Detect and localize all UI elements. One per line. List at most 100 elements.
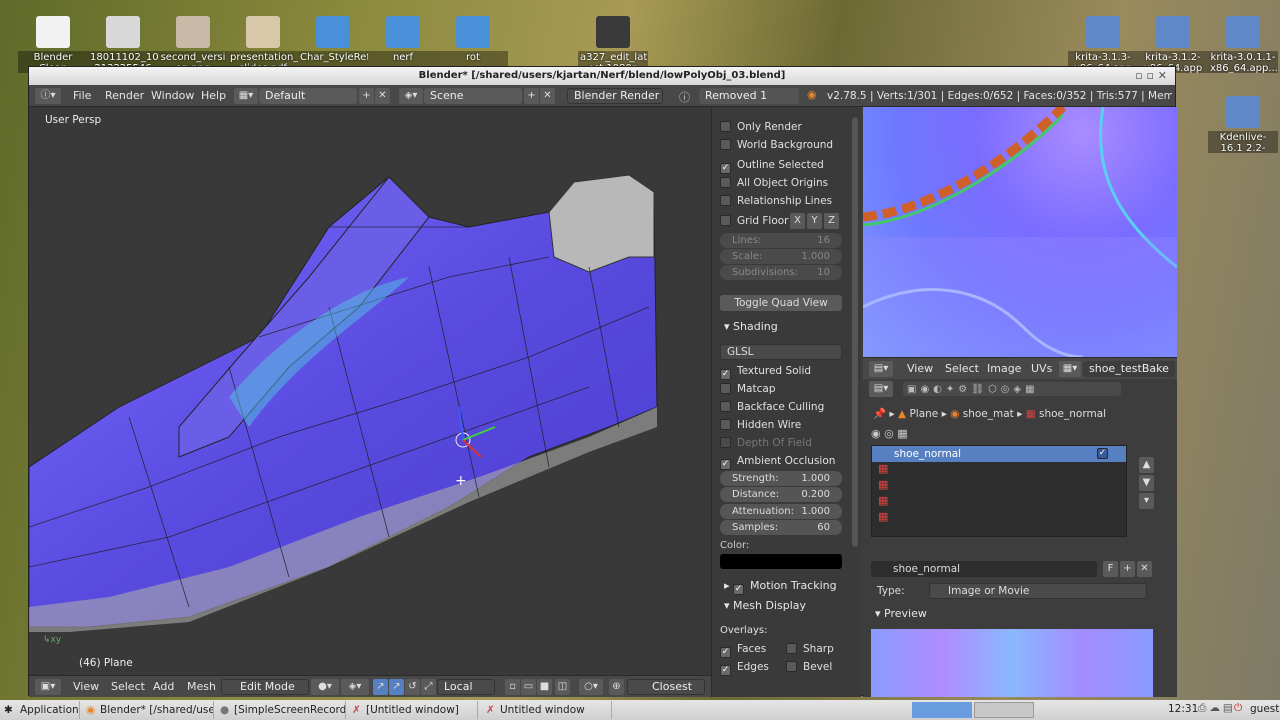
menu-file[interactable]: File <box>73 88 91 104</box>
texture-slot-list[interactable]: shoe_normal ✓ ▦ ▦ ▦ ▦ <box>871 445 1127 537</box>
add-layout-icon[interactable]: + <box>359 88 374 104</box>
texture-slot-empty[interactable]: ▦ <box>872 462 1126 478</box>
properties-scrollbar[interactable] <box>852 117 858 547</box>
axis-x-button[interactable]: X <box>790 213 805 229</box>
textured-solid-checkbox[interactable]: ✓ Textured Solid <box>720 363 811 380</box>
desktop-icon[interactable]: nerf <box>368 16 438 73</box>
texture-slot-empty[interactable]: ▦ <box>872 478 1126 494</box>
task-untitled-1[interactable]: ✗ [Untitled window] <box>348 701 478 719</box>
texture-slot-empty[interactable]: ▦ <box>872 510 1126 526</box>
scale-icon[interactable]: ⤢ <box>421 679 436 695</box>
outline-selected-checkbox[interactable]: ✓ Outline Selected <box>720 157 824 174</box>
grid-scale-field[interactable]: Scale: 1.000 <box>720 249 842 264</box>
uv-image-editor[interactable] <box>863 107 1177 357</box>
desktop-icon[interactable]: krita-3.0.1.1- x86_64.app... <box>1208 16 1278 73</box>
proportional-edit-icon[interactable]: ○▾ <box>579 679 603 695</box>
faces-checkbox[interactable]: ✓ Faces <box>720 641 766 658</box>
move-up-icon[interactable]: ▲ <box>1139 457 1154 473</box>
texture-name-field[interactable]: shoe_normal <box>871 561 1097 577</box>
desktop-icon[interactable]: 18011102_10 213225546 <box>88 16 158 73</box>
preview-section-header[interactable]: ▾ Preview <box>863 605 1013 623</box>
manipulator-icon[interactable]: ↗ <box>373 679 388 695</box>
only-render-checkbox[interactable]: Only Render <box>720 119 802 135</box>
menu-view[interactable]: View <box>73 679 99 695</box>
orientation-select[interactable]: Local <box>437 679 495 695</box>
grid-lines-field[interactable]: Lines: 16 <box>720 233 842 248</box>
ao-attenuation-field[interactable]: Attenuation: 1.000 <box>720 504 842 519</box>
uv-menu-image[interactable]: Image <box>987 361 1021 377</box>
texture-slot-empty[interactable]: ▦ <box>872 494 1126 510</box>
mode-select[interactable]: Edit Mode <box>221 679 309 695</box>
uv-menu-select[interactable]: Select <box>945 361 979 377</box>
vertex-select-icon[interactable]: ▫ <box>505 679 520 695</box>
texture-slot-selected[interactable]: shoe_normal ✓ <box>872 446 1126 462</box>
desktop-icon[interactable]: Blender Clean <box>18 16 88 73</box>
mesh-display-section-header[interactable]: ▾ Mesh Display <box>712 597 862 615</box>
editor-type-3d-icon[interactable]: ▣▾ <box>35 679 61 695</box>
editor-type-info-icon[interactable]: ⓘ▾ <box>35 88 61 104</box>
relationship-lines-checkbox[interactable]: Relationship Lines <box>720 193 832 209</box>
workspace-switcher[interactable] <box>912 702 972 718</box>
shading-section-header[interactable]: ▾ Shading <box>712 318 862 336</box>
uv-menu-uvs[interactable]: UVs <box>1031 361 1052 377</box>
remove-scene-icon[interactable]: ✕ <box>540 88 555 104</box>
backface-culling-checkbox[interactable]: Backface Culling <box>720 399 824 415</box>
task-untitled-2[interactable]: ✗ Untitled window <box>482 701 612 719</box>
slot-menu-icon[interactable]: ▾ <box>1139 493 1154 509</box>
menu-mesh[interactable]: Mesh <box>187 679 216 695</box>
applications-menu[interactable]: ✱ Applications <box>0 701 80 719</box>
axis-y-button[interactable]: Y <box>807 213 822 229</box>
scene-icon[interactable]: ◈▾ <box>399 88 423 104</box>
uv-menu-view[interactable]: View <box>907 361 933 377</box>
desktop-icon[interactable]: krita-3.1.2- x86_64.app <box>1138 16 1208 73</box>
screen-layout-field[interactable]: Default <box>259 88 357 104</box>
task-screenrecorder[interactable]: ●[SimpleScreenRecorder] <box>216 701 346 719</box>
add-scene-icon[interactable]: + <box>524 88 539 104</box>
motion-tracking-section-header[interactable]: ▸ ✓ Motion Tracking <box>712 577 862 595</box>
ambient-occlusion-checkbox[interactable]: ✓ Ambient Occlusion <box>720 453 835 470</box>
edge-select-icon[interactable]: ▭ <box>521 679 536 695</box>
ao-samples-field[interactable]: Samples: 60 <box>720 520 842 535</box>
remove-layout-icon[interactable]: ✕ <box>375 88 390 104</box>
ao-color-swatch[interactable] <box>720 554 842 569</box>
texture-type-select[interactable]: Image or Movie <box>929 583 1147 599</box>
face-select-icon[interactable]: ■ <box>537 679 552 695</box>
unlink-texture-icon[interactable]: ✕ <box>1137 561 1152 577</box>
window-controls-icon[interactable]: ▫ ▫ ✕ <box>1135 67 1167 85</box>
world-background-checkbox[interactable]: World Background <box>720 137 833 153</box>
new-texture-icon[interactable]: + <box>1120 561 1135 577</box>
matcap-checkbox[interactable]: Matcap <box>720 381 775 397</box>
menu-render[interactable]: Render <box>105 88 144 104</box>
3d-viewport[interactable]: User Persp + ↳xy (46) Plane <box>29 107 711 675</box>
properties-context-tabs[interactable]: ▣◉◐✦⚙⛓⬡◎◈▦ <box>903 382 1121 396</box>
all-object-origins-checkbox[interactable]: All Object Origins <box>720 175 828 191</box>
editor-type-image-icon[interactable]: ▤▾ <box>869 361 893 377</box>
pin-icon[interactable]: 📌 ▸ <box>873 408 898 420</box>
menu-help[interactable]: Help <box>201 88 226 104</box>
translate-icon[interactable]: ↗ <box>389 679 404 695</box>
texture-type-tabs[interactable]: ◉ ◎ ▦ <box>871 427 908 440</box>
occlude-icon[interactable]: ◫ <box>555 679 570 695</box>
shoe-mesh-render[interactable]: + <box>29 107 711 675</box>
image-browse-icon[interactable]: ▦▾ <box>1059 361 1081 377</box>
screen-layout-icon[interactable]: ▦▾ <box>234 88 258 104</box>
rotate-icon[interactable]: ↺ <box>405 679 420 695</box>
desktop-icon[interactable]: krita-3.1.3- x86_64.app <box>1068 16 1138 73</box>
pivot-point-icon[interactable]: ◈▾ <box>341 679 369 695</box>
bevel-checkbox[interactable]: Bevel <box>786 659 832 675</box>
image-name-field[interactable]: shoe_testBake <box>1083 361 1175 377</box>
desktop-icon[interactable]: a327_edit_lat est.1080p <box>578 16 648 73</box>
menu-select[interactable]: Select <box>111 679 145 695</box>
hidden-wire-checkbox[interactable]: Hidden Wire <box>720 417 801 433</box>
edges-checkbox[interactable]: ✓ Edges <box>720 659 769 676</box>
power-icon[interactable]: ⏻ <box>1234 702 1242 715</box>
move-down-icon[interactable]: ▼ <box>1139 475 1154 491</box>
menu-add[interactable]: Add <box>153 679 174 695</box>
depth-of-field-checkbox[interactable]: Depth Of Field <box>720 435 812 451</box>
desktop-icon[interactable]: Kdenlive-16.1 2.2-x86_64.... <box>1208 96 1278 153</box>
desktop-icon[interactable]: second_versi on.png <box>158 16 228 73</box>
fake-user-button[interactable]: F <box>1103 561 1118 577</box>
axis-z-button[interactable]: Z <box>824 213 839 229</box>
ao-distance-field[interactable]: Distance: 0.200 <box>720 487 842 502</box>
shading-mode-select[interactable]: GLSL <box>720 344 842 360</box>
